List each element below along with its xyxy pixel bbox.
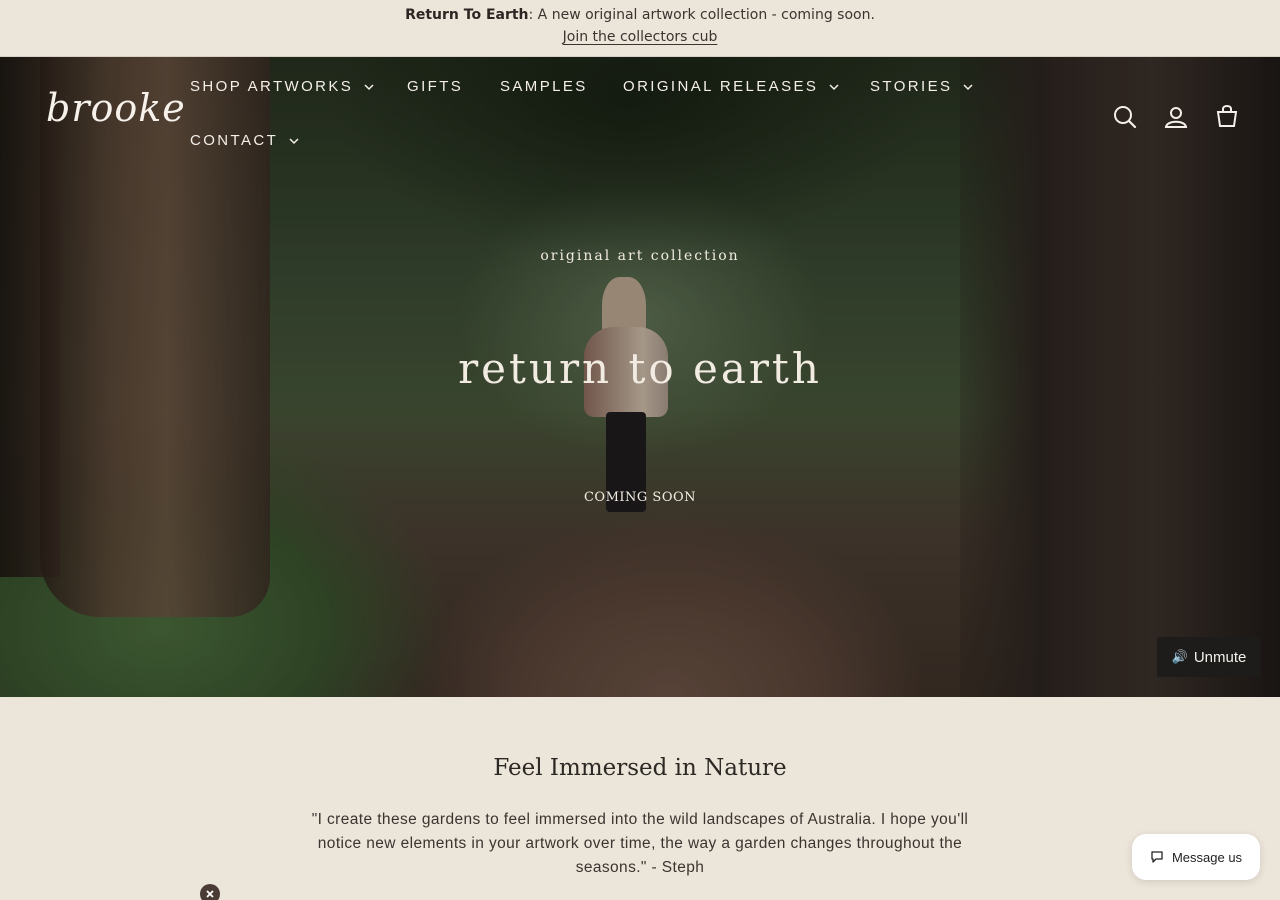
nav-label: GIFTS (407, 78, 464, 95)
announcement-text: Return To Earth: A new original artwork … (0, 7, 1280, 23)
announcement-bold: Return To Earth (405, 7, 529, 23)
message-us-button[interactable]: Message us (1132, 834, 1260, 880)
speaker-icon: 🔊 (1171, 649, 1188, 664)
cart-icon[interactable] (1214, 103, 1240, 129)
nav-label: STORIES (870, 78, 953, 95)
unmute-button[interactable]: 🔊 Unmute (1157, 637, 1261, 677)
announcement-bar: Return To Earth: A new original artwork … (0, 0, 1280, 57)
chevron-down-icon (289, 137, 299, 144)
nav-label: SHOP ARTWORKS (190, 78, 354, 95)
collectors-club-link[interactable]: Join the collectors cub (563, 29, 718, 45)
chevron-down-icon (364, 83, 374, 90)
hero-title: return to earth (458, 344, 822, 393)
nav-shop-artworks[interactable]: SHOP ARTWORKS (190, 78, 375, 95)
nav-original-releases[interactable]: ORIGINAL RELEASES (623, 78, 840, 95)
chat-bubble-icon (1151, 851, 1163, 863)
unmute-label: Unmute (1193, 648, 1247, 666)
nav-label: CONTACT (190, 132, 279, 149)
hero-subtitle: original art collection (540, 248, 740, 264)
announcement-body: : A new original artwork collection - co… (528, 7, 875, 23)
section-title: Feel Immersed in Nature (493, 755, 787, 781)
chevron-down-icon (829, 83, 839, 90)
nav-contact[interactable]: CONTACT (190, 132, 300, 149)
message-us-label: Message us (1171, 849, 1243, 865)
nav-gifts[interactable]: GIFTS (407, 78, 463, 95)
nav-samples[interactable]: SAMPLES (500, 78, 588, 95)
chevron-down-icon (963, 83, 973, 90)
coming-soon-link[interactable]: COMING SOON (584, 490, 696, 505)
close-icon[interactable] (200, 884, 220, 900)
account-icon[interactable] (1163, 104, 1189, 130)
search-icon[interactable] (1112, 104, 1138, 130)
artist-quote: "I create these gardens to feel immersed… (311, 811, 969, 876)
nav-label: SAMPLES (500, 78, 588, 95)
nav-label: ORIGINAL RELEASES (623, 78, 819, 95)
brand-logo[interactable]: brooke (46, 86, 186, 130)
nav-stories[interactable]: STORIES (870, 78, 974, 95)
